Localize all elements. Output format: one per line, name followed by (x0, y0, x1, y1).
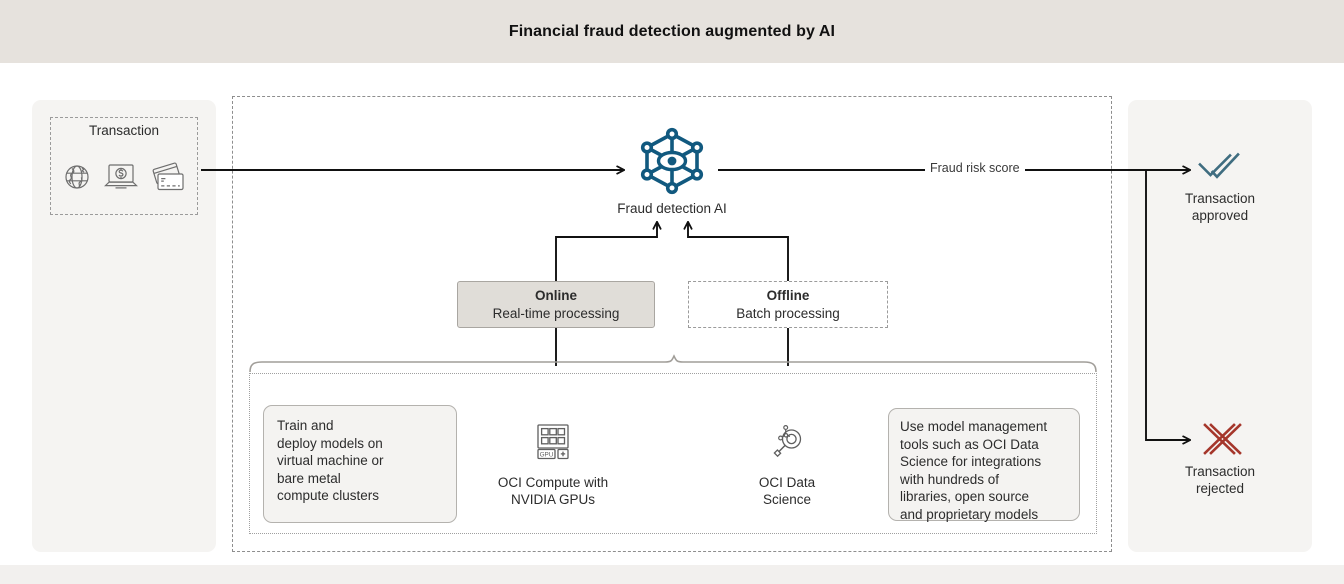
fraud-risk-score-label: Fraud risk score (925, 161, 1025, 175)
oci-data-science-item[interactable]: OCI Data Science (692, 418, 882, 508)
offline-processing-box[interactable]: Offline Batch processing (688, 281, 888, 328)
online-title: Online (534, 288, 577, 303)
online-processing-box[interactable]: Online Real-time processing (457, 281, 655, 328)
ai-node-label: Fraud detection AI (617, 201, 727, 216)
oci-compute-label: OCI Compute with NVIDIA GPUs (497, 475, 609, 507)
oci-data-science-label: OCI Data Science (758, 475, 816, 507)
oci-compute-item[interactable]: GPU OCI Compute with NVIDIA GPUs (458, 418, 648, 508)
online-subtitle: Real-time processing (492, 305, 620, 321)
offline-title: Offline (766, 288, 810, 303)
transaction-rejected-item: Transaction rejected (1128, 419, 1312, 497)
transaction-approved-item: Transaction approved (1128, 146, 1312, 224)
network-eye-icon (635, 124, 709, 198)
double-check-icon (1128, 146, 1312, 186)
transaction-approved-label: Transaction approved (1184, 191, 1256, 223)
gpu-chip-icon: GPU (458, 418, 648, 466)
laptop-payment-icon (101, 159, 141, 198)
transaction-label: Transaction (88, 123, 160, 138)
credit-cards-icon (148, 159, 188, 198)
diagram-stage: Financial fraud detection augmented by A… (0, 0, 1344, 584)
footer-band (0, 565, 1344, 584)
cross-x-icon (1128, 419, 1312, 459)
page-title: Financial fraud detection augmented by A… (508, 23, 836, 40)
data-science-magnifier-icon (692, 418, 882, 466)
train-deploy-callout: Train and deploy models on virtual machi… (263, 405, 457, 523)
globe-icon (60, 159, 94, 198)
model-management-callout: Use model management tools such as OCI D… (888, 408, 1080, 522)
transaction-icons (50, 155, 198, 201)
offline-subtitle: Batch processing (736, 305, 840, 321)
svg-text:GPU: GPU (540, 451, 554, 458)
transaction-rejected-label: Transaction rejected (1184, 464, 1256, 496)
